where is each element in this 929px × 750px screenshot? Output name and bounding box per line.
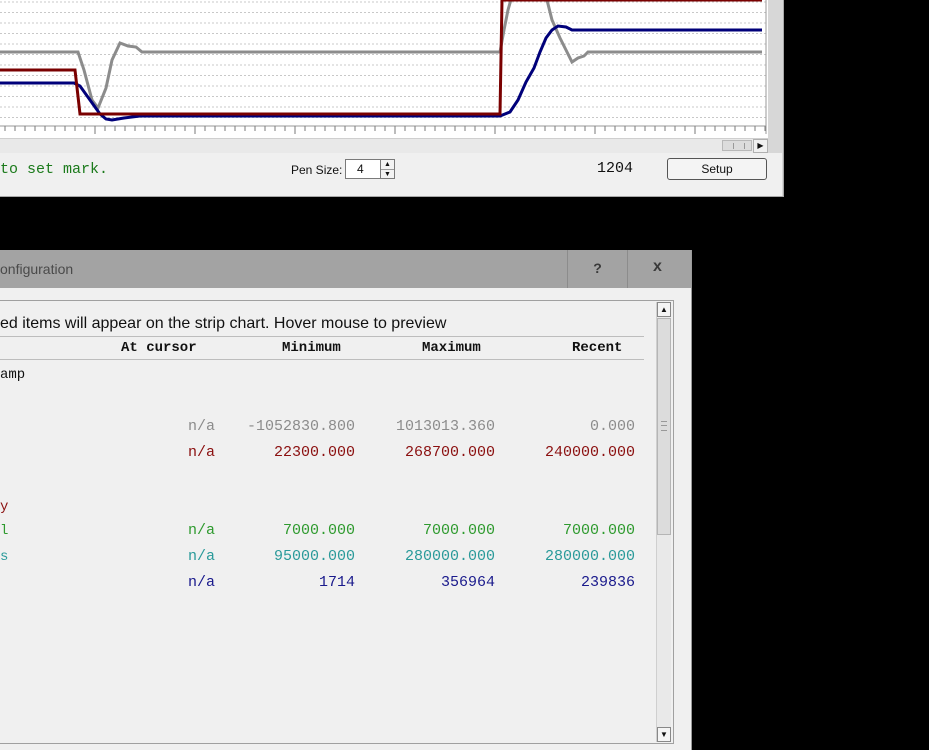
cell-at-cursor: n/a xyxy=(187,548,215,565)
cell-maximum: 268700.000 xyxy=(404,444,495,461)
cell-minimum: 22300.000 xyxy=(273,444,355,461)
row-label: s xyxy=(0,549,9,565)
header-at-cursor: At cursor xyxy=(121,340,197,356)
row-label: l xyxy=(0,523,9,539)
dialog-title-bar[interactable]: onfiguration ? x xyxy=(0,250,691,288)
items-panel: ed items will appear on the strip chart.… xyxy=(0,300,674,744)
chart-ticks xyxy=(0,125,766,134)
group-label: amp xyxy=(0,367,26,383)
help-button[interactable]: ? xyxy=(567,250,627,288)
cell-recent: 280000.000 xyxy=(544,548,635,565)
vertical-scrollbar[interactable]: ▲ ▼ xyxy=(656,302,671,742)
close-button[interactable]: x xyxy=(627,250,687,288)
strip-chart-toolbar: to set mark. Pen Size: 4 ▲ ▼ 1204 Setup xyxy=(0,153,782,196)
horizontal-scrollbar[interactable]: ▶ xyxy=(0,138,768,153)
cell-minimum: 95000.000 xyxy=(273,548,355,565)
scrollbar-thumb[interactable] xyxy=(722,140,752,151)
cell-at-cursor: n/a xyxy=(187,444,215,461)
dialog-title: onfiguration xyxy=(0,261,74,277)
pen-size-input[interactable]: 4 xyxy=(345,159,381,179)
pen-size-spinner[interactable]: ▲ ▼ xyxy=(381,159,395,179)
cell-minimum: -1052830.800 xyxy=(246,418,355,435)
cell-recent: 240000.000 xyxy=(544,444,635,461)
strip-chart-window: ▶ to set mark. Pen Size: 4 ▲ ▼ 1204 Setu… xyxy=(0,0,784,197)
cell-recent: 239836 xyxy=(580,574,635,591)
row-label: y xyxy=(0,499,9,515)
scroll-right-arrow-icon[interactable]: ▶ xyxy=(753,139,768,153)
header-minimum: Minimum xyxy=(282,340,341,356)
pen-size-label: Pen Size: xyxy=(291,163,343,177)
spin-down-icon[interactable]: ▼ xyxy=(381,170,394,179)
blue-trace xyxy=(0,24,762,122)
header-maximum: Maximum xyxy=(422,340,481,356)
sample-counter: 1204 xyxy=(597,160,634,177)
cell-at-cursor: n/a xyxy=(187,574,215,591)
strip-chart-svg xyxy=(0,0,767,134)
column-divider xyxy=(0,359,644,360)
mark-hint-text: to set mark. xyxy=(0,161,109,178)
configuration-dialog: onfiguration ? x ed items will appear on… xyxy=(0,250,692,750)
setup-button[interactable]: Setup xyxy=(667,158,767,180)
scrollbar-thumb[interactable] xyxy=(657,318,671,535)
header-divider xyxy=(0,336,644,337)
scroll-down-arrow-icon[interactable]: ▼ xyxy=(657,727,671,742)
scroll-up-arrow-icon[interactable]: ▲ xyxy=(657,302,671,317)
cell-at-cursor: n/a xyxy=(187,418,215,435)
column-headers: At cursor Minimum Maximum Recent xyxy=(0,340,645,358)
grip-icon xyxy=(661,421,667,431)
instruction-text: ed items will appear on the strip chart.… xyxy=(0,315,447,332)
cell-maximum: 356964 xyxy=(440,574,495,591)
spin-up-icon[interactable]: ▲ xyxy=(381,160,394,170)
cell-minimum: 1714 xyxy=(318,574,355,591)
cell-recent: 0.000 xyxy=(589,418,635,435)
grip-icon xyxy=(733,143,745,149)
cell-recent: 7000.000 xyxy=(562,522,635,539)
cell-maximum: 7000.000 xyxy=(422,522,495,539)
cell-maximum: 1013013.360 xyxy=(395,418,495,435)
cell-at-cursor: n/a xyxy=(187,522,215,539)
cell-maximum: 280000.000 xyxy=(404,548,495,565)
strip-chart-plot[interactable] xyxy=(0,0,768,140)
header-recent: Recent xyxy=(572,340,623,356)
cell-minimum: 7000.000 xyxy=(282,522,355,539)
